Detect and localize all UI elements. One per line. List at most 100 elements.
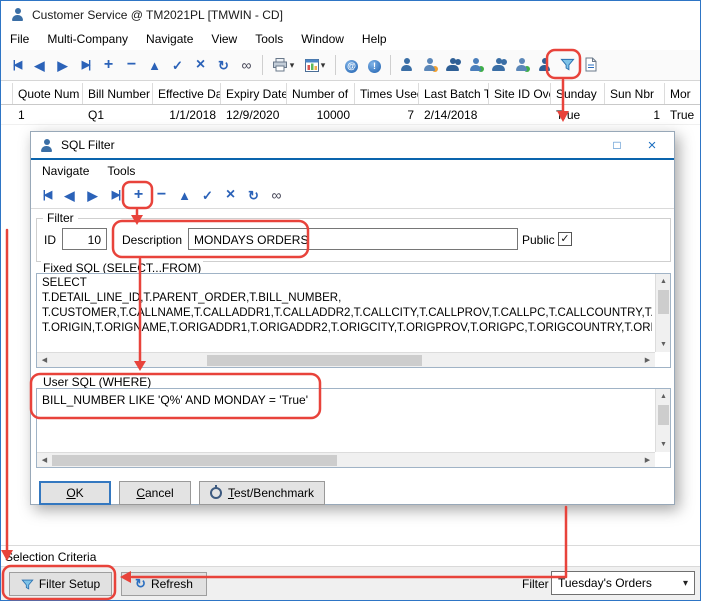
customer-pair-icon[interactable] — [441, 57, 464, 74]
dlg-post-edits-icon[interactable]: ▲ — [173, 189, 196, 202]
cell-mor[interactable]: True — [665, 105, 701, 124]
dialog-close-button[interactable]: × — [638, 137, 666, 154]
dlg-delete-record-icon[interactable]: − — [150, 187, 173, 203]
col-mor[interactable]: Mor — [665, 83, 701, 104]
cell-times-used[interactable]: 7 — [355, 105, 419, 124]
scroll-left-icon[interactable]: ◀ — [37, 453, 52, 468]
dlg-cancel-edits-icon[interactable]: × — [219, 187, 242, 203]
post-edits-icon[interactable]: ▲ — [143, 59, 166, 72]
scroll-down-icon[interactable]: ▼ — [656, 437, 671, 452]
cell-bill-number[interactable]: Q1 — [83, 105, 153, 124]
col-site-id-over[interactable]: Site ID Over — [489, 83, 551, 104]
filter-setup-button[interactable]: Filter Setup — [9, 572, 112, 596]
test-benchmark-button[interactable]: Test/Benchmark — [199, 481, 325, 505]
dlg-next-record-icon[interactable]: ▶ — [81, 189, 104, 202]
previous-record-icon[interactable]: ◀ — [28, 59, 51, 72]
cell-expiry-date[interactable]: 12/9/2020 — [221, 105, 287, 124]
user-sql-memo[interactable]: BILL_NUMBER LIKE 'Q%' AND MONDAY = 'True… — [36, 388, 671, 468]
delete-record-icon[interactable]: − — [120, 57, 143, 73]
add-user-icon[interactable] — [510, 57, 533, 74]
cell-quote-num[interactable]: 1 — [13, 105, 83, 124]
cell-number-of[interactable]: 10000 — [287, 105, 355, 124]
dialog-titlebar[interactable]: SQL Filter □ × — [31, 132, 674, 158]
customer-icon[interactable] — [395, 57, 418, 74]
dlg-accept-icon[interactable]: ✓ — [196, 189, 219, 202]
id-input[interactable]: 10 — [62, 228, 107, 250]
menu-file[interactable]: File — [1, 29, 38, 49]
last-record-icon[interactable]: ▶| — [74, 60, 97, 71]
print-dropdown-button[interactable]: ▾ — [267, 58, 299, 72]
user-sql-text[interactable]: BILL_NUMBER LIKE 'Q%' AND MONDAY = 'True… — [42, 393, 652, 407]
menu-window[interactable]: Window — [292, 29, 353, 49]
grid-row-1[interactable]: 1 Q1 1/1/2018 12/9/2020 10000 7 2/14/201… — [1, 105, 700, 125]
col-sun-nbr[interactable]: Sun Nbr — [605, 83, 665, 104]
dlg-add-record-icon[interactable]: + — [127, 187, 150, 203]
alerts-icon[interactable]: ! — [363, 58, 386, 73]
refresh-icon[interactable]: ↻ — [212, 59, 235, 72]
hscroll-thumb[interactable] — [207, 355, 422, 366]
scroll-left-icon[interactable]: ◀ — [37, 353, 52, 368]
caller-icon[interactable] — [418, 57, 441, 74]
dlg-browse-glasses-icon[interactable]: ∞ — [265, 188, 288, 202]
user-sql-vscrollbar[interactable]: ▲ ▼ — [655, 389, 670, 452]
col-last-batch[interactable]: Last Batch T — [419, 83, 489, 104]
col-number-of[interactable]: Number of — [287, 83, 355, 104]
dlg-first-record-icon[interactable]: |◀ — [35, 190, 58, 201]
cancel-button[interactable]: Cancel — [119, 481, 191, 505]
filter-funnel-icon[interactable] — [556, 57, 579, 74]
dialog-menu-navigate[interactable]: Navigate — [33, 161, 98, 181]
add-record-icon[interactable]: + — [97, 57, 120, 73]
scroll-up-icon[interactable]: ▲ — [656, 389, 671, 404]
reports-dropdown-button[interactable]: ▾ — [299, 59, 331, 72]
cell-sun-nbr[interactable]: 1 — [605, 105, 665, 124]
next-record-icon[interactable]: ▶ — [51, 59, 74, 72]
menu-multi-company[interactable]: Multi-Company — [38, 29, 137, 49]
fixed-sql-vscrollbar[interactable]: ▲ ▼ — [655, 274, 670, 352]
user-sql-hscrollbar[interactable]: ◀ ▶ — [37, 452, 655, 467]
hscroll-thumb[interactable] — [52, 455, 337, 466]
vscroll-thumb[interactable] — [658, 405, 669, 425]
col-bill-number[interactable]: Bill Number — [83, 83, 153, 104]
orders-grid: Quote Num Bill Number Effective Da Expir… — [1, 83, 700, 125]
accept-icon[interactable]: ✓ — [166, 59, 189, 72]
col-sunday[interactable]: Sunday — [551, 83, 605, 104]
scroll-right-icon[interactable]: ▶ — [640, 353, 655, 368]
dlg-previous-record-icon[interactable]: ◀ — [58, 189, 81, 202]
col-quote-num[interactable]: Quote Num — [13, 83, 83, 104]
dialog-maximize-button[interactable]: □ — [603, 138, 631, 152]
refresh-button[interactable]: ↻ Refresh — [121, 572, 207, 596]
scroll-down-icon[interactable]: ▼ — [656, 337, 671, 352]
cell-effective-date[interactable]: 1/1/2018 — [153, 105, 221, 124]
fixed-sql-hscrollbar[interactable]: ◀ ▶ — [37, 352, 655, 367]
cell-site-id-over[interactable] — [489, 105, 551, 124]
dialog-menu-tools[interactable]: Tools — [98, 161, 144, 181]
cell-last-batch[interactable]: 2/14/2018 — [419, 105, 489, 124]
first-record-icon[interactable]: |◀ — [5, 60, 28, 71]
col-expiry-date[interactable]: Expiry Date — [221, 83, 287, 104]
menu-help[interactable]: Help — [353, 29, 396, 49]
ok-button[interactable]: OK — [39, 481, 111, 505]
vscroll-thumb[interactable] — [658, 290, 669, 314]
contact-phone-icon[interactable] — [464, 57, 487, 74]
col-times-used[interactable]: Times Used — [355, 83, 419, 104]
scroll-up-icon[interactable]: ▲ — [656, 274, 671, 289]
dlg-refresh-icon[interactable]: ↻ — [242, 189, 265, 202]
menu-tools[interactable]: Tools — [246, 29, 292, 49]
cancel-edits-icon[interactable]: × — [189, 57, 212, 73]
col-effective-date[interactable]: Effective Da — [153, 83, 221, 104]
web-globe-icon[interactable]: @ — [340, 58, 363, 73]
driver-icon[interactable] — [533, 57, 556, 74]
scroll-right-icon[interactable]: ▶ — [640, 453, 655, 468]
user-group-icon[interactable] — [487, 57, 510, 74]
public-checkbox[interactable]: ✓ — [558, 232, 572, 246]
browse-glasses-icon[interactable]: ∞ — [235, 58, 258, 72]
new-document-icon[interactable] — [579, 57, 602, 74]
menu-view[interactable]: View — [202, 29, 246, 49]
public-label: Public — [522, 233, 555, 247]
menu-navigate[interactable]: Navigate — [137, 29, 202, 49]
filter-combobox[interactable]: Tuesday's Orders ▾ — [551, 571, 695, 595]
cell-sunday[interactable]: True — [551, 105, 605, 124]
fixed-sql-memo[interactable]: SELECT T.DETAIL_LINE_ID,T.PARENT_ORDER,T… — [36, 273, 671, 368]
dlg-last-record-icon[interactable]: ▶| — [104, 190, 127, 201]
description-input[interactable]: MONDAYS ORDERS — [188, 228, 518, 250]
